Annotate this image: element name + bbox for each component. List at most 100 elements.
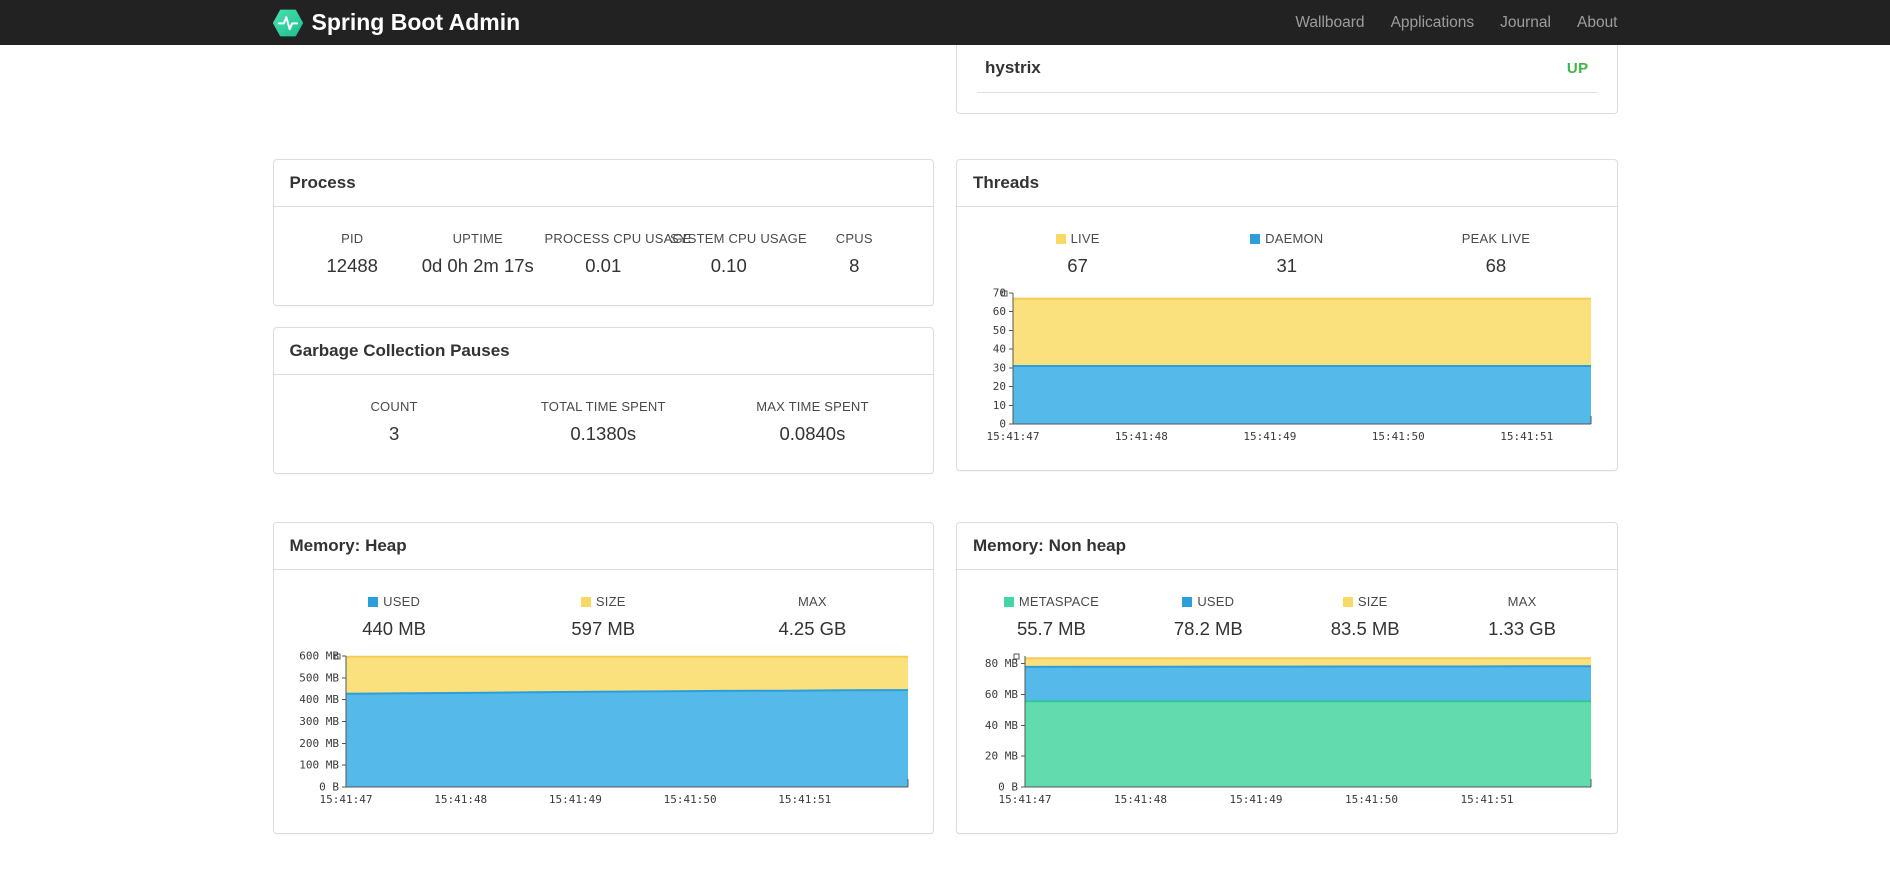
stat-value: 3 bbox=[388, 423, 400, 444]
nav-item-journal[interactable]: Journal bbox=[1487, 0, 1564, 45]
threads-chart: 0 10 20 30 40 50 60 70 15:41:47 15:41:48 15:41:49 1… bbox=[973, 285, 1601, 450]
stat-value: 8 bbox=[849, 255, 860, 276]
process-panel-title: Process bbox=[289, 173, 356, 192]
stat-label-text: SIZE bbox=[595, 594, 626, 609]
svg-text:0 B: 0 B bbox=[319, 781, 339, 794]
stat-threads-peak-live: PEAK LIVE 68 bbox=[1391, 231, 1600, 277]
brand-title: Spring Boot Admin bbox=[311, 9, 521, 35]
stat-label: MAX TIME SPENT bbox=[756, 399, 869, 414]
stat-gc-max-time: MAX TIME SPENT 0.0840s bbox=[708, 399, 917, 445]
stat-value: 68 bbox=[1485, 255, 1507, 276]
navbar-inner: Spring Boot Admin Wallboard Applications… bbox=[258, 0, 1633, 45]
nav-item-about[interactable]: About bbox=[1564, 0, 1618, 45]
nav-item-wallboard[interactable]: Wallboard bbox=[1282, 0, 1377, 45]
stat-label: MAX bbox=[798, 594, 827, 609]
gc-panel-body: COUNT 3 TOTAL TIME SPENT 0.1380s MAX TIM… bbox=[274, 375, 934, 473]
application-row[interactable]: hystrix UP bbox=[977, 45, 1597, 93]
application-name: hystrix bbox=[985, 58, 1041, 77]
memory-heap-chart: 0 B 100 MB 200 MB 300 MB 400 MB 500 MB 600 MB 1… bbox=[290, 648, 918, 813]
navbar: Spring Boot Admin Wallboard Applications… bbox=[0, 0, 1890, 45]
application-status-badge: UP bbox=[1566, 59, 1589, 77]
stat-value: 0.0840s bbox=[779, 423, 846, 444]
memory-nonheap-panel-title: Memory: Non heap bbox=[973, 536, 1127, 555]
stat-value: 440 MB bbox=[362, 618, 426, 639]
svg-text:15:41:47: 15:41:47 bbox=[319, 793, 372, 806]
stat-value: 83.5 MB bbox=[1330, 618, 1400, 639]
stat-value: 597 MB bbox=[571, 618, 636, 639]
threads-panel: Threads LIVE 67 DAEMON 31 PEAK LIVE 68 0… bbox=[956, 159, 1618, 471]
stat-label: MAX bbox=[1507, 594, 1537, 609]
stat-nonheap-metaspace: METASPACE 55.7 MB bbox=[973, 594, 1130, 640]
stat-label-text: LIVE bbox=[1070, 231, 1100, 246]
svg-text:15:41:47: 15:41:47 bbox=[987, 430, 1040, 443]
svg-text:400 MB: 400 MB bbox=[299, 693, 339, 706]
process-stats: PID 12488 UPTIME 0d 0h 2m 17s PROCESS CP… bbox=[290, 231, 918, 277]
threads-panel-title: Threads bbox=[973, 173, 1040, 192]
stat-label-text: DAEMON bbox=[1265, 231, 1324, 246]
svg-text:15:41:48: 15:41:48 bbox=[1115, 430, 1168, 443]
legend-swatch-used bbox=[368, 597, 379, 607]
stat-label: SIZE bbox=[503, 594, 704, 609]
stat-label-text: METASPACE bbox=[1018, 594, 1099, 609]
legend-swatch-daemon bbox=[1250, 234, 1261, 244]
stat-value: 67 bbox=[1067, 255, 1088, 276]
svg-text:300 MB: 300 MB bbox=[299, 715, 339, 728]
svg-text:15:41:51: 15:41:51 bbox=[778, 793, 831, 806]
process-panel-body: PID 12488 UPTIME 0d 0h 2m 17s PROCESS CP… bbox=[274, 207, 934, 305]
svg-text:10: 10 bbox=[993, 399, 1006, 412]
legend-swatch-live bbox=[1055, 234, 1066, 244]
brand-logo-icon bbox=[272, 9, 303, 37]
nav-item-applications[interactable]: Applications bbox=[1378, 0, 1488, 45]
legend-swatch-used bbox=[1182, 597, 1193, 607]
memory-nonheap-legend: METASPACE 55.7 MB USED 78.2 MB SIZE 83.5… bbox=[973, 594, 1601, 640]
stat-label: PID bbox=[341, 231, 364, 246]
stat-threads-live: LIVE 67 bbox=[973, 231, 1182, 277]
legend-swatch-size bbox=[580, 597, 591, 607]
stat-threads-daemon: DAEMON 31 bbox=[1182, 231, 1391, 277]
svg-text:20 MB: 20 MB bbox=[985, 750, 1018, 763]
row-top: hystrix UP bbox=[273, 45, 1618, 114]
svg-text:15:41:50: 15:41:50 bbox=[1345, 793, 1398, 806]
svg-text:80 MB: 80 MB bbox=[985, 657, 1018, 670]
gc-panel-title: Garbage Collection Pauses bbox=[289, 341, 510, 360]
stat-gc-count: COUNT 3 bbox=[290, 399, 499, 445]
svg-text:70: 70 bbox=[993, 287, 1006, 300]
top-right: hystrix UP bbox=[956, 45, 1618, 114]
gc-panel: Garbage Collection Pauses COUNT 3 TOTAL … bbox=[272, 327, 934, 474]
stat-cpus: CPUS 8 bbox=[792, 231, 918, 277]
svg-text:20: 20 bbox=[993, 380, 1006, 393]
memory-heap-panel-title: Memory: Heap bbox=[289, 536, 407, 555]
memory-heap-panel-body: USED 440 MB SIZE 597 MB MAX 4.25 GB 0 B1… bbox=[274, 570, 934, 833]
process-panel: Process PID 12488 UPTIME 0d 0h 2m 17s PR… bbox=[272, 159, 934, 306]
mid-right-column: Threads LIVE 67 DAEMON 31 PEAK LIVE 68 0… bbox=[956, 159, 1618, 471]
gc-stats: COUNT 3 TOTAL TIME SPENT 0.1380s MAX TIM… bbox=[290, 399, 918, 445]
memory-nonheap-panel-body: METASPACE 55.7 MB USED 78.2 MB SIZE 83.5… bbox=[957, 570, 1617, 833]
stat-value: 4.25 GB bbox=[778, 618, 847, 639]
stat-label: PROCESS CPU USAGE bbox=[544, 231, 692, 246]
svg-text:15:41:51: 15:41:51 bbox=[1500, 430, 1553, 443]
row-mid: Process PID 12488 UPTIME 0d 0h 2m 17s PR… bbox=[272, 159, 1618, 474]
stat-value: 0.10 bbox=[710, 255, 747, 276]
stat-nonheap-used: USED 78.2 MB bbox=[1130, 594, 1287, 640]
process-panel-heading: Process bbox=[273, 160, 933, 207]
stat-label: DAEMON bbox=[1186, 231, 1387, 246]
stat-label: SYSTEM CPU USAGE bbox=[670, 231, 807, 246]
stat-uptime: UPTIME 0d 0h 2m 17s bbox=[415, 231, 541, 277]
svg-text:60: 60 bbox=[993, 305, 1006, 318]
stat-value: 1.33 GB bbox=[1488, 618, 1556, 639]
brand-link[interactable]: Spring Boot Admin bbox=[272, 9, 521, 37]
threads-legend: LIVE 67 DAEMON 31 PEAK LIVE 68 bbox=[973, 231, 1601, 277]
svg-text:15:41:48: 15:41:48 bbox=[1114, 793, 1167, 806]
svg-text:200 MB: 200 MB bbox=[299, 737, 339, 750]
svg-text:50: 50 bbox=[993, 324, 1006, 337]
bottom-left-column: Memory: Heap USED 440 MB SIZE 597 MB MAX… bbox=[272, 522, 934, 834]
stat-label: PEAK LIVE bbox=[1461, 231, 1531, 246]
stat-nonheap-size: SIZE 83.5 MB bbox=[1287, 594, 1444, 640]
applications-panel-partial: hystrix UP bbox=[956, 45, 1618, 114]
stat-label: UPTIME bbox=[452, 231, 503, 246]
svg-text:15:41:50: 15:41:50 bbox=[1372, 430, 1425, 443]
stat-label-text: USED bbox=[1197, 594, 1235, 609]
svg-text:15:41:47: 15:41:47 bbox=[999, 793, 1052, 806]
svg-text:15:41:50: 15:41:50 bbox=[663, 793, 716, 806]
memory-heap-panel-heading: Memory: Heap bbox=[273, 523, 933, 570]
